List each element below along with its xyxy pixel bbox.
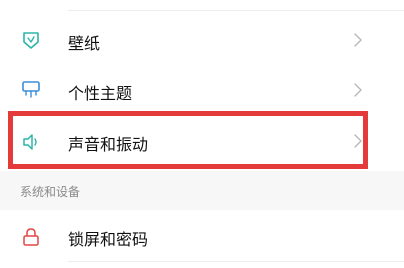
chevron-right-icon	[351, 82, 365, 98]
settings-item-label: 锁屏和密码	[68, 230, 149, 249]
settings-item-sound[interactable]: 声音和振动	[0, 113, 404, 171]
settings-item-theme[interactable]: 个性主题	[0, 60, 404, 118]
settings-item-label: 声音和振动	[68, 135, 149, 154]
speaker-icon	[20, 131, 42, 153]
wallpaper-icon	[20, 29, 42, 51]
section-header: 系统和设备	[20, 185, 81, 199]
divider	[68, 261, 404, 262]
settings-item-label: 个性主题	[68, 84, 133, 103]
lock-icon	[20, 226, 42, 248]
theme-icon	[20, 78, 42, 100]
chevron-right-icon	[351, 32, 365, 48]
settings-item-lock-screen[interactable]: 锁屏和密码	[0, 210, 404, 268]
settings-item-label: 壁纸	[68, 34, 101, 53]
chevron-right-icon	[351, 133, 365, 149]
